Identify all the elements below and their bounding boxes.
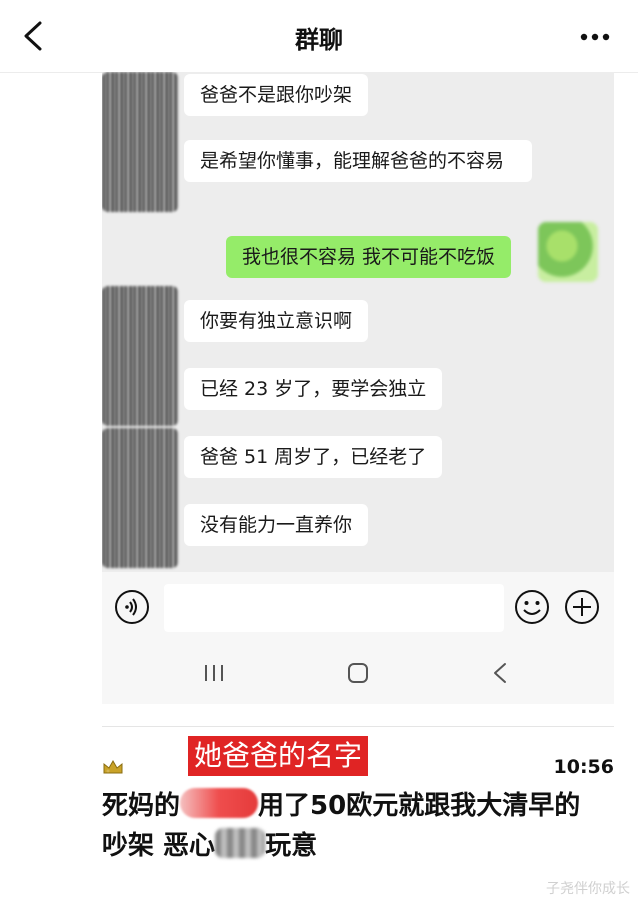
- message-bubble-self: 我也很不容易 我不可能不吃饭: [226, 236, 512, 278]
- nav-back-icon[interactable]: [490, 660, 510, 686]
- emoji-icon[interactable]: [514, 589, 550, 625]
- post-text-segment: 用了50欧元就跟我大清早的: [258, 791, 581, 821]
- post-timestamp: 10:56: [553, 756, 614, 778]
- message-input[interactable]: [164, 584, 504, 632]
- message-bubble: 没有能力一直养你: [184, 504, 369, 546]
- page-title: 群聊: [295, 26, 343, 54]
- post-text: 死妈的 用了50欧元就跟我大清早的 吵架 恶心 玩意: [102, 786, 622, 866]
- redaction-mark: [180, 788, 259, 818]
- avatar-self[interactable]: [538, 222, 598, 282]
- redaction-mark: [215, 828, 266, 858]
- message-bubble: 爸爸不是跟你吵架: [184, 74, 369, 116]
- top-bar: 群聊: [0, 0, 638, 73]
- post-line-2: 吵架 恶心 玩意: [102, 826, 622, 866]
- post-text-segment: 玩意: [265, 831, 318, 861]
- voice-icon[interactable]: [114, 589, 150, 625]
- chat-area: 爸爸不是跟你吵架 是希望你懂事，能理解爸爸的不容易 我也很不容易 我不可能不吃饭…: [102, 72, 614, 572]
- post-line-1: 死妈的 用了50欧元就跟我大清早的: [102, 786, 622, 826]
- home-icon[interactable]: [346, 661, 370, 685]
- message-bubble: 爸爸 51 周岁了，已经老了: [184, 436, 443, 478]
- message-bubble: 你要有独立意识啊: [184, 300, 369, 342]
- avatar[interactable]: [102, 428, 178, 568]
- post-text-segment: 吵架 恶心: [102, 831, 216, 861]
- message-bubble: 是希望你懂事，能理解爸爸的不容易: [184, 140, 532, 182]
- avatar[interactable]: [102, 72, 178, 212]
- post-text-segment: 死妈的: [102, 791, 181, 821]
- recent-apps-icon[interactable]: [202, 662, 226, 684]
- input-bar: [102, 572, 614, 642]
- divider: [102, 726, 614, 727]
- name-annotation-tag: 她爸爸的名字: [188, 736, 369, 776]
- more-dots-icon[interactable]: [580, 33, 610, 41]
- watermark: 子尧伴你成长: [546, 881, 630, 897]
- crown-avatar-icon[interactable]: [102, 758, 124, 776]
- message-bubble: 已经 23 岁了，要学会独立: [184, 368, 443, 410]
- avatar[interactable]: [102, 286, 178, 426]
- system-nav-bar: [102, 642, 614, 704]
- plus-icon[interactable]: [564, 589, 600, 625]
